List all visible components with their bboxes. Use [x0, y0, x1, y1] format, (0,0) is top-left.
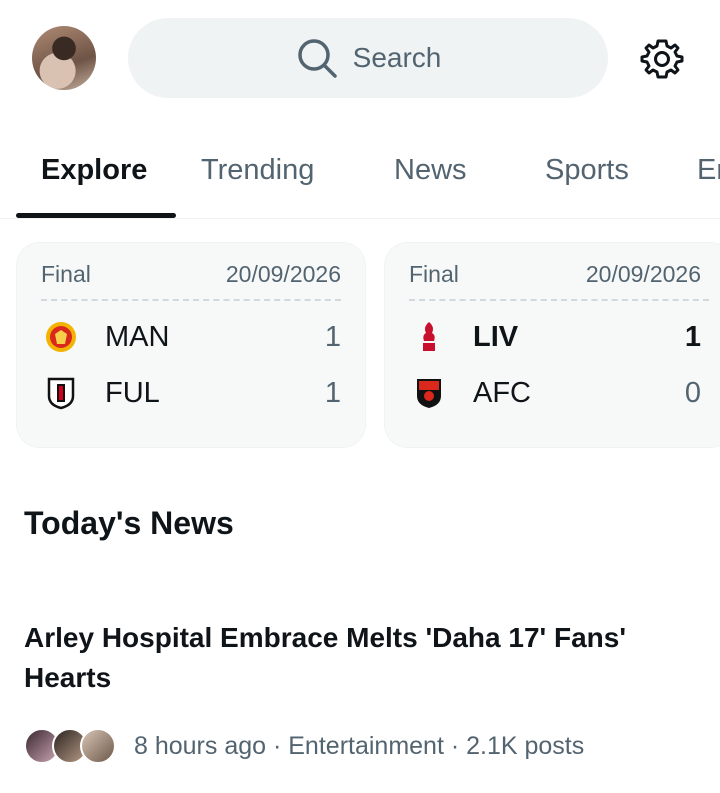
news-meta-text: 8 hours ago · Entertainment · 2.1K posts	[134, 731, 585, 760]
tab-sports[interactable]: Sports	[545, 154, 629, 187]
team-score: 0	[684, 376, 701, 409]
card-divider	[41, 299, 341, 301]
settings-gear-icon[interactable]	[640, 37, 684, 81]
explore-tabs: Explore Trending News Sports Er	[0, 140, 720, 219]
profile-avatar[interactable]	[32, 26, 96, 90]
team-name: FUL	[105, 376, 160, 409]
card-divider	[409, 299, 709, 301]
news-meta: 8 hours ago · Entertainment · 2.1K posts	[24, 726, 584, 766]
tab-entertainment[interactable]: Er	[697, 154, 720, 187]
search-icon	[297, 39, 337, 78]
team-row-away: FUL 1	[41, 373, 341, 413]
score-card[interactable]: Final 20/09/2026 MAN 1 FUL 1	[16, 242, 366, 448]
team-score: 1	[684, 320, 701, 353]
team-row-home: MAN 1	[41, 317, 341, 357]
team-name: LIV	[473, 320, 519, 353]
match-date: 20/09/2026	[585, 261, 701, 287]
poster-avatars	[24, 726, 120, 766]
score-card[interactable]: Final 20/09/2026 LIV 1 AFC 0	[384, 242, 720, 448]
match-status: Final	[409, 261, 459, 287]
search-bar[interactable]: Search	[128, 18, 608, 98]
news-headline[interactable]: Arley Hospital Embrace Melts 'Daha 17' F…	[24, 618, 694, 698]
search-placeholder: Search	[352, 42, 442, 73]
top-bar: Search	[0, 0, 720, 115]
bournemouth-crest-icon	[409, 373, 449, 413]
section-title: Today's News	[24, 505, 234, 541]
fulham-crest-icon	[41, 373, 81, 413]
avatar	[80, 728, 116, 764]
liverpool-crest-icon	[409, 317, 449, 357]
tab-explore[interactable]: Explore	[41, 154, 147, 187]
manchester-united-crest-icon	[41, 317, 81, 357]
active-tab-indicator	[16, 213, 176, 218]
tab-trending[interactable]: Trending	[201, 154, 314, 187]
team-score: 1	[324, 320, 341, 353]
tab-news[interactable]: News	[394, 154, 467, 187]
team-row-away: AFC 0	[409, 373, 701, 413]
team-score: 1	[324, 376, 341, 409]
team-name: AFC	[473, 376, 531, 409]
team-name: MAN	[105, 320, 170, 353]
team-row-home: LIV 1	[409, 317, 701, 357]
match-status: Final	[41, 261, 91, 287]
match-date: 20/09/2026	[225, 261, 341, 287]
